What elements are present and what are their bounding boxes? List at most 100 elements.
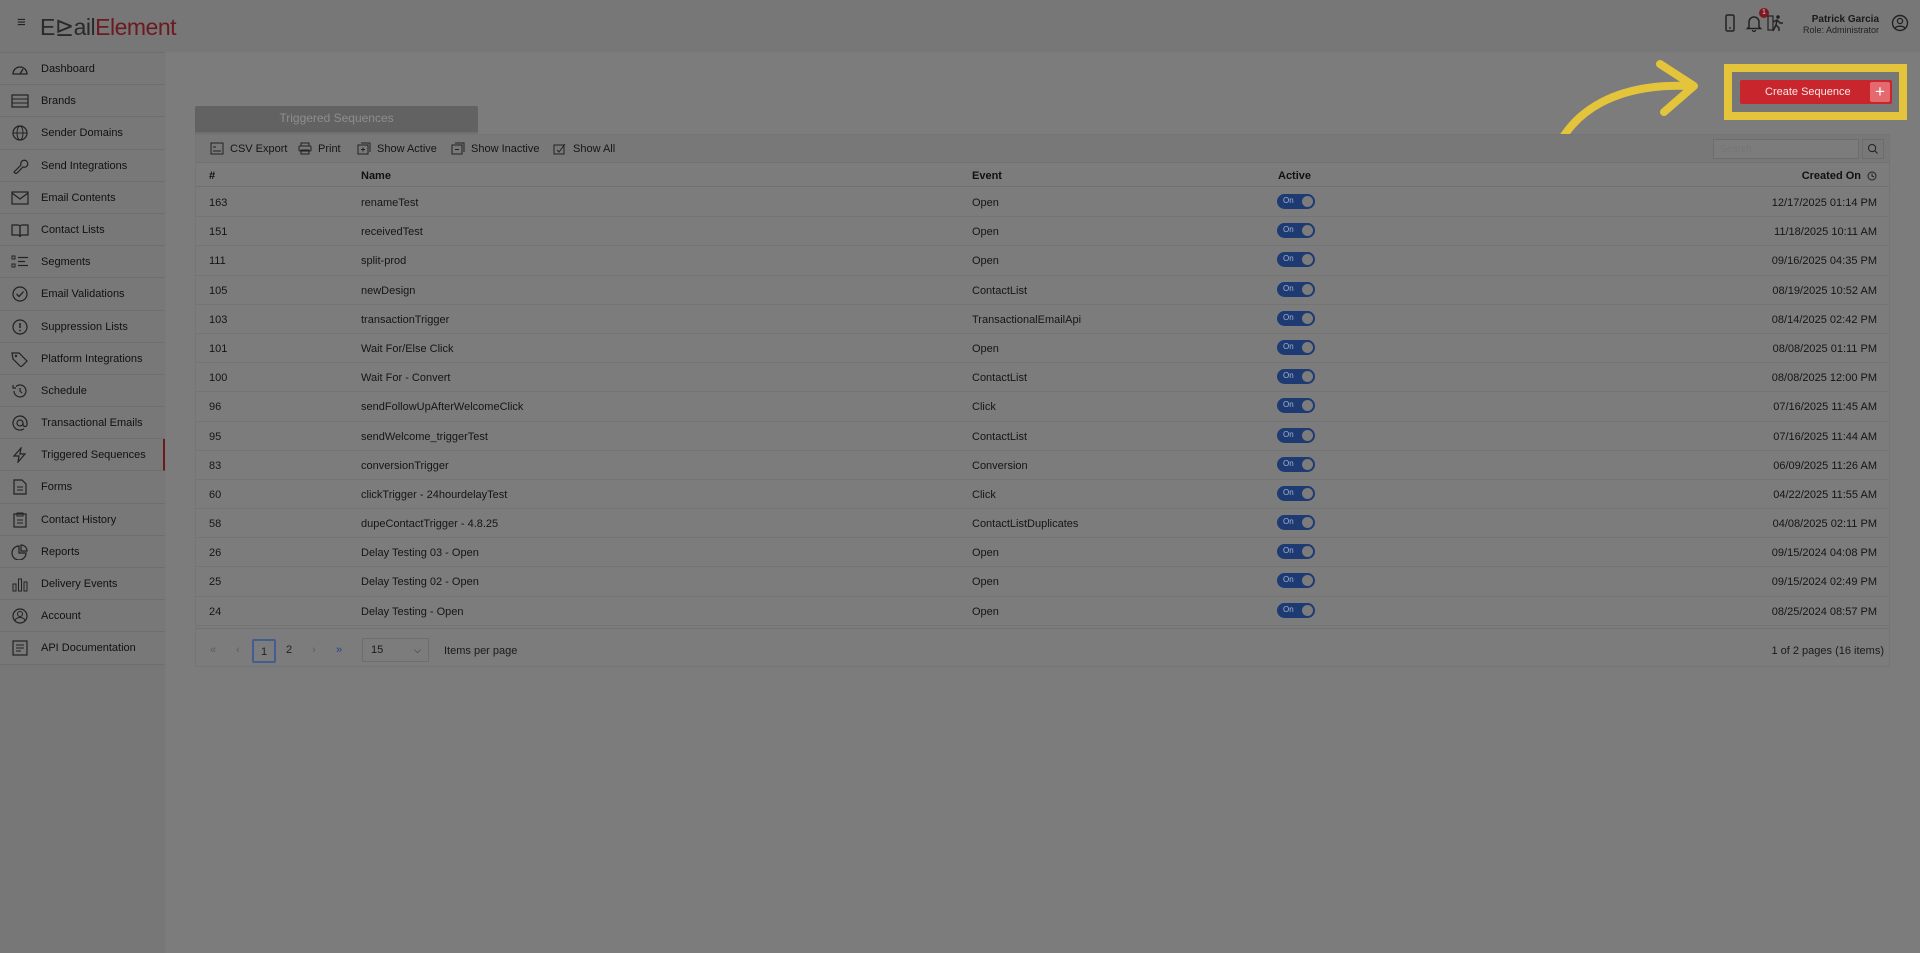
- column-header-created-on[interactable]: Created On: [1802, 170, 1861, 182]
- search-input[interactable]: [1713, 139, 1859, 159]
- table-row[interactable]: 111 split-prod Open On 09/16/2025 04:35 PM: [196, 246, 1889, 276]
- prev-page-button[interactable]: ‹: [226, 639, 250, 663]
- table-row[interactable]: 100 Wait For - Convert ContactList On 08/08/…: [196, 363, 1889, 393]
- cell-id: 111: [209, 255, 226, 268]
- next-page-button[interactable]: ›: [302, 639, 326, 663]
- show-active-button[interactable]: Show Active: [357, 142, 437, 155]
- sidebar-item-email-validations[interactable]: Email Validations: [0, 278, 165, 311]
- hamburger-menu-icon[interactable]: ≡: [17, 15, 29, 30]
- show-all-label: Show All: [573, 142, 616, 155]
- active-toggle[interactable]: On: [1277, 310, 1315, 326]
- create-sequence-label: Create Sequence: [1765, 86, 1851, 98]
- sidebar-item-account[interactable]: Account: [0, 600, 165, 633]
- sidebar-item-dashboard[interactable]: Dashboard: [0, 53, 165, 86]
- page-2-button[interactable]: 2: [277, 639, 301, 663]
- show-active-icon: [357, 142, 371, 155]
- csv-file-icon: [210, 142, 224, 155]
- sidebar-item-label: Delivery Events: [41, 578, 118, 590]
- sidebar-item-sender-domains[interactable]: Sender Domains: [0, 117, 165, 150]
- sidebar-item-forms[interactable]: Forms: [0, 471, 165, 504]
- column-header-active[interactable]: Active: [1278, 170, 1311, 182]
- sidebar-item-api-documentation[interactable]: API Documentation: [0, 632, 165, 665]
- sidebar-item-schedule[interactable]: Schedule: [0, 374, 165, 408]
- table-row[interactable]: 96 sendFollowUpAfterWelcomeClick Click On 07…: [196, 392, 1889, 422]
- show-all-button[interactable]: Show All: [553, 142, 615, 155]
- sidebar-item-reports[interactable]: Reports: [0, 535, 165, 568]
- search-icon[interactable]: [1862, 139, 1884, 159]
- sidebar-item-contact-history[interactable]: Contact History: [0, 503, 165, 536]
- toggle-knob: [1302, 487, 1313, 499]
- sidebar-item-contact-lists[interactable]: Contact Lists: [0, 213, 165, 247]
- sidebar-item-label: Transactional Emails: [41, 417, 143, 430]
- active-toggle[interactable]: On: [1277, 252, 1315, 268]
- show-inactive-button[interactable]: Show Inactive: [451, 142, 539, 155]
- active-toggle[interactable]: On: [1277, 427, 1315, 443]
- chevron-down-icon: ⌵: [414, 645, 421, 655]
- active-toggle[interactable]: On: [1277, 456, 1315, 472]
- active-toggle[interactable]: On: [1277, 339, 1315, 355]
- show-inactive-label: Show Inactive: [471, 142, 540, 155]
- active-toggle[interactable]: On: [1277, 223, 1315, 239]
- toggle-on-label: On: [1283, 254, 1294, 264]
- active-toggle[interactable]: On: [1277, 573, 1315, 589]
- cell-id: 83: [209, 459, 222, 472]
- table-row[interactable]: 101 Wait For/Else Click Open On 08/08/2025 0…: [196, 334, 1889, 364]
- logo-text-ail: ail: [73, 14, 96, 40]
- table-row[interactable]: 83 conversionTrigger Conversion On 06/09/202…: [196, 451, 1889, 480]
- sidebar: Dashboard Brands Sender Domains Send Integr…: [0, 52, 165, 953]
- user-name[interactable]: Patrick Garcia: [1812, 14, 1879, 25]
- active-toggle[interactable]: On: [1277, 398, 1315, 414]
- table-row[interactable]: 24 Delay Testing - Open Open On 08/25/2024 0…: [196, 597, 1889, 626]
- print-button[interactable]: Print: [298, 142, 341, 155]
- clock-sort-icon[interactable]: [1867, 171, 1877, 181]
- sidebar-item-platform-integrations[interactable]: Platform Integrations: [0, 342, 165, 375]
- cell-created-on: 04/22/2025 11:55 AM: [1773, 488, 1877, 501]
- table-row[interactable]: 26 Delay Testing 03 - Open Open On 09/15/202…: [196, 538, 1889, 568]
- column-header-event[interactable]: Event: [972, 170, 1002, 182]
- active-toggle[interactable]: On: [1277, 602, 1315, 618]
- sidebar-item-brands[interactable]: Brands: [0, 85, 165, 118]
- toggle-knob: [1302, 225, 1313, 237]
- cell-event: TransactionalEmailApi: [972, 313, 1082, 326]
- sidebar-item-send-integrations[interactable]: Send Integrations: [0, 149, 165, 182]
- sidebar-item-delivery-events[interactable]: Delivery Events: [0, 568, 165, 601]
- sidebar-item-triggered-sequences[interactable]: Triggered Sequences: [0, 439, 165, 472]
- sidebar-item-transactional-emails[interactable]: Transactional Emails: [0, 407, 165, 440]
- cell-id: 58: [209, 518, 222, 531]
- table-row[interactable]: 25 Delay Testing 02 - Open Open On 09/15/202…: [196, 567, 1889, 597]
- user-avatar-icon[interactable]: [1891, 14, 1909, 32]
- table-row[interactable]: 95 sendWelcome_triggerTest ContactList On 07…: [196, 422, 1889, 451]
- active-toggle[interactable]: On: [1277, 281, 1315, 297]
- active-toggle[interactable]: On: [1277, 515, 1315, 531]
- tab-triggered-sequences[interactable]: Triggered Sequences: [195, 106, 478, 134]
- table-row[interactable]: 151 receivedTest Open On 11/18/2025 10:11 AM: [196, 217, 1889, 247]
- table-row[interactable]: 163 renameTest Open On 12/17/2025 01:14 PM: [196, 188, 1889, 218]
- first-page-button[interactable]: «: [201, 639, 225, 663]
- active-toggle[interactable]: On: [1277, 369, 1315, 385]
- column-header-name[interactable]: Name: [361, 170, 391, 182]
- items-per-page-select[interactable]: 15 ⌵: [362, 638, 429, 662]
- app-logo[interactable]: E⊵ailElement: [40, 14, 177, 40]
- sidebar-item-email-contents[interactable]: Email Contents: [0, 181, 165, 214]
- column-header-id[interactable]: #: [209, 170, 215, 182]
- cell-event: ContactList: [972, 372, 1028, 385]
- last-page-button[interactable]: »: [327, 639, 351, 663]
- csv-export-button[interactable]: CSV Export: [210, 142, 287, 155]
- sidebar-item-suppression-lists[interactable]: Suppression Lists: [0, 310, 165, 343]
- active-toggle[interactable]: On: [1277, 194, 1315, 209]
- table-row[interactable]: 105 newDesign ContactList On 08/19/2025 10:5…: [196, 276, 1889, 305]
- sidebar-item-segments[interactable]: Segments: [0, 246, 165, 279]
- envelope-icon: [11, 191, 29, 205]
- at-icon: [12, 415, 28, 431]
- mobile-phone-icon[interactable]: [1721, 14, 1739, 32]
- table-row[interactable]: 103 transactionTrigger TransactionalEmailA…: [196, 305, 1889, 334]
- create-sequence-button[interactable]: Create Sequence +: [1740, 80, 1892, 104]
- active-toggle[interactable]: On: [1277, 485, 1315, 501]
- exit-person-icon[interactable]: [1767, 14, 1785, 32]
- page-1-button[interactable]: 1: [252, 639, 276, 663]
- active-toggle[interactable]: On: [1277, 544, 1315, 560]
- cell-created-on: 09/16/2025 04:35 PM: [1771, 255, 1877, 268]
- table-row[interactable]: 58 dupeContactTrigger - 4.8.25 ContactList…: [196, 509, 1889, 539]
- table-row[interactable]: 60 clickTrigger - 24hourdelayTest Click On 0…: [196, 480, 1889, 510]
- cell-event: ContactList: [972, 430, 1028, 443]
